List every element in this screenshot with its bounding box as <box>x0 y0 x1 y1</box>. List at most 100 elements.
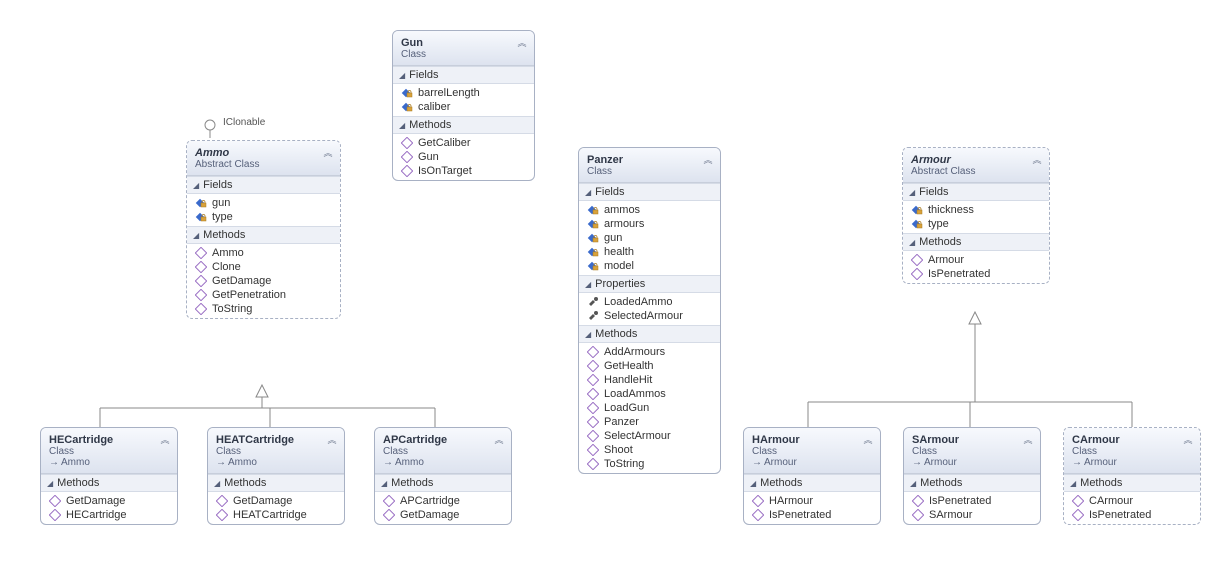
member-row[interactable]: gun <box>191 196 336 210</box>
member-row[interactable]: ToString <box>191 302 336 316</box>
caret-icon: ◢ <box>193 231 199 240</box>
chevron-up-icon[interactable]: ︽ <box>1022 434 1034 446</box>
member-row[interactable]: Shoot <box>583 443 716 457</box>
methods-list: GetDamageHEATCartridge <box>208 492 344 524</box>
class-title: Panzer <box>587 154 712 166</box>
section-methods[interactable]: ◢Methods <box>579 325 720 343</box>
chevron-up-icon[interactable]: ︽ <box>322 147 334 159</box>
member-row[interactable]: SelectArmour <box>583 429 716 443</box>
member-row[interactable]: HEATCartridge <box>212 508 340 522</box>
method-icon <box>752 509 764 521</box>
section-methods[interactable]: ◢Methods <box>903 233 1049 251</box>
section-fields[interactable]: ◢Fields <box>187 176 340 194</box>
method-icon <box>912 495 924 507</box>
member-row[interactable]: type <box>907 217 1045 231</box>
member-row[interactable]: GetDamage <box>379 508 507 522</box>
interface-label: IClonable <box>223 117 265 128</box>
member-row[interactable]: LoadAmmos <box>583 387 716 401</box>
section-fields[interactable]: ◢Fields <box>393 66 534 84</box>
member-row[interactable]: SelectedArmour <box>583 309 716 323</box>
section-fields[interactable]: ◢Fields <box>579 183 720 201</box>
member-row[interactable]: AddArmours <box>583 345 716 359</box>
chevron-up-icon[interactable]: ︽ <box>1182 434 1194 446</box>
chevron-up-icon[interactable]: ︽ <box>326 434 338 446</box>
member-row[interactable]: Clone <box>191 260 336 274</box>
member-row[interactable]: ammos <box>583 203 716 217</box>
section-methods[interactable]: ◢Methods <box>41 474 177 492</box>
fields-list: guntype <box>187 194 340 226</box>
member-row[interactable]: LoadedAmmo <box>583 295 716 309</box>
member-row[interactable]: gun <box>583 231 716 245</box>
section-methods[interactable]: ◢Methods <box>904 474 1040 492</box>
class-carmour[interactable]: CArmourClass→Armour︽◢MethodsCArmourIsPen… <box>1063 427 1201 525</box>
member-row[interactable]: ToString <box>583 457 716 471</box>
caret-icon: ◢ <box>585 188 591 197</box>
section-fields[interactable]: ◢Fields <box>903 183 1049 201</box>
member-row[interactable]: GetDamage <box>212 494 340 508</box>
section-methods[interactable]: ◢Methods <box>393 116 534 134</box>
class-title: CArmour <box>1072 434 1192 446</box>
member-row[interactable]: HArmour <box>748 494 876 508</box>
member-row[interactable]: GetHealth <box>583 359 716 373</box>
member-row[interactable]: HECartridge <box>45 508 173 522</box>
class-heatcartridge[interactable]: HEATCartridgeClass→Ammo︽◢MethodsGetDamag… <box>207 427 345 525</box>
class-armour[interactable]: Armour Abstract Class ︽ ◢Fields thicknes… <box>902 147 1050 284</box>
class-gun[interactable]: Gun Class ︽ ◢Fields barrelLengthcaliber … <box>392 30 535 181</box>
member-row[interactable]: health <box>583 245 716 259</box>
member-row[interactable]: SArmour <box>908 508 1036 522</box>
member-row[interactable]: GetDamage <box>191 274 336 288</box>
section-properties[interactable]: ◢Properties <box>579 275 720 293</box>
member-row[interactable]: IsPenetrated <box>908 494 1036 508</box>
chevron-up-icon[interactable]: ︽ <box>516 37 528 49</box>
chevron-up-icon[interactable]: ︽ <box>1031 154 1043 166</box>
method-icon <box>587 388 599 400</box>
member-row[interactable]: caliber <box>397 100 530 114</box>
member-row[interactable]: CArmour <box>1068 494 1196 508</box>
member-row[interactable]: armours <box>583 217 716 231</box>
member-row[interactable]: IsPenetrated <box>907 267 1045 281</box>
member-row[interactable]: GetDamage <box>45 494 173 508</box>
member-row[interactable]: barrelLength <box>397 86 530 100</box>
method-icon <box>587 374 599 386</box>
member-name: ammos <box>604 204 640 216</box>
chevron-up-icon[interactable]: ︽ <box>702 154 714 166</box>
member-row[interactable]: model <box>583 259 716 273</box>
member-row[interactable]: GetCaliber <box>397 136 530 150</box>
member-row[interactable]: Panzer <box>583 415 716 429</box>
member-name: Panzer <box>604 416 639 428</box>
member-row[interactable]: type <box>191 210 336 224</box>
chevron-up-icon[interactable]: ︽ <box>493 434 505 446</box>
member-row[interactable]: HandleHit <box>583 373 716 387</box>
method-icon <box>195 275 207 287</box>
chevron-up-icon[interactable]: ︽ <box>159 434 171 446</box>
class-ammo[interactable]: Ammo Abstract Class ︽ ◢Fields guntype ◢M… <box>186 140 341 319</box>
class-harmour[interactable]: HArmourClass→Armour︽◢MethodsHArmourIsPen… <box>743 427 881 525</box>
section-methods[interactable]: ◢Methods <box>1064 474 1200 492</box>
member-row[interactable]: LoadGun <box>583 401 716 415</box>
member-row[interactable]: IsPenetrated <box>1068 508 1196 522</box>
member-name: GetPenetration <box>212 289 286 301</box>
base-class: →Armour <box>1072 457 1192 468</box>
class-apcartridge[interactable]: APCartridgeClass→Ammo︽◢MethodsAPCartridg… <box>374 427 512 525</box>
member-name: gun <box>212 197 230 209</box>
section-methods[interactable]: ◢Methods <box>375 474 511 492</box>
member-name: IsPenetrated <box>929 495 991 507</box>
section-methods[interactable]: ◢Methods <box>187 226 340 244</box>
section-methods[interactable]: ◢Methods <box>208 474 344 492</box>
class-hecartridge[interactable]: HECartridgeClass→Ammo︽◢MethodsGetDamageH… <box>40 427 178 525</box>
member-row[interactable]: Gun <box>397 150 530 164</box>
section-methods[interactable]: ◢Methods <box>744 474 880 492</box>
member-row[interactable]: thickness <box>907 203 1045 217</box>
base-class: →Ammo <box>49 457 169 468</box>
member-row[interactable]: Armour <box>907 253 1045 267</box>
chevron-up-icon[interactable]: ︽ <box>862 434 874 446</box>
member-name: GetHealth <box>604 360 654 372</box>
class-panzer[interactable]: Panzer Class ︽ ◢Fields ammosarmoursgunhe… <box>578 147 721 474</box>
member-row[interactable]: Ammo <box>191 246 336 260</box>
member-row[interactable]: GetPenetration <box>191 288 336 302</box>
method-icon <box>911 268 923 280</box>
member-row[interactable]: APCartridge <box>379 494 507 508</box>
member-row[interactable]: IsPenetrated <box>748 508 876 522</box>
class-sarmour[interactable]: SArmourClass→Armour︽◢MethodsIsPenetrated… <box>903 427 1041 525</box>
member-row[interactable]: IsOnTarget <box>397 164 530 178</box>
